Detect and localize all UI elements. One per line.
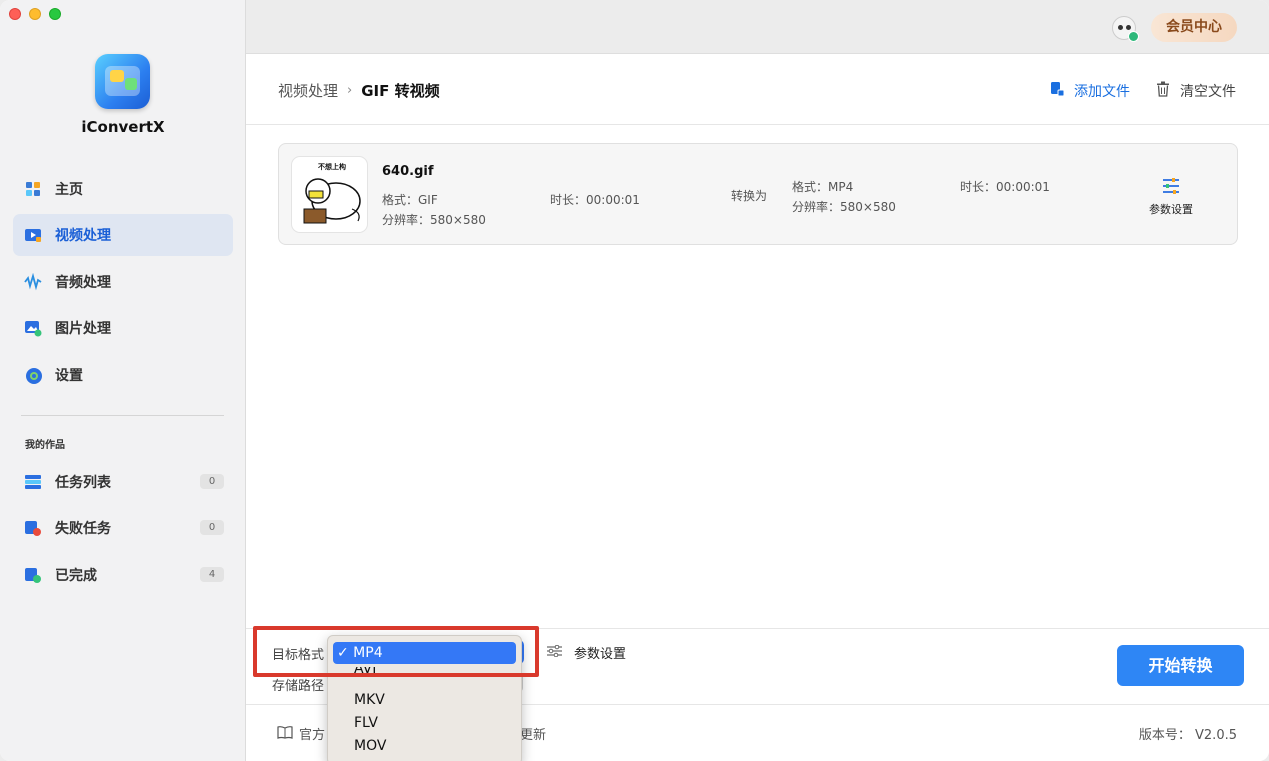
file-name: 640.gif	[382, 164, 434, 179]
sidebar-item-failed[interactable]: 失败任务 0	[13, 507, 233, 549]
sidebar-item-label: 视频处理	[55, 228, 111, 244]
zoom-window-button[interactable]	[49, 8, 61, 20]
format-option-flv[interactable]: FLV	[354, 715, 378, 731]
breadcrumb-parent[interactable]: 视频处理	[278, 80, 338, 101]
save-path-label: 存储路径	[272, 679, 325, 694]
image-icon	[24, 319, 42, 337]
sidebar-item-label: 音频处理	[55, 275, 111, 291]
window-controls	[9, 8, 61, 20]
app-logo-icon	[95, 54, 150, 109]
user-avatar[interactable]	[1112, 16, 1139, 42]
official-label: 官方	[299, 728, 326, 743]
sidebar-item-image[interactable]: 图片处理	[13, 307, 233, 349]
sidebar-item-label: 已完成	[55, 568, 97, 584]
sliders-icon	[547, 644, 562, 661]
count-badge: 0	[200, 520, 224, 535]
add-file-icon	[1050, 81, 1065, 101]
sidebar-item-label: 图片处理	[55, 321, 111, 337]
format-option-mov[interactable]: MOV	[354, 738, 386, 754]
file-param-settings-button[interactable]: 参数设置	[1141, 177, 1201, 217]
sidebar-item-task-list[interactable]: 任务列表 0	[13, 461, 233, 503]
param-settings-label: 参数设置	[1149, 203, 1193, 216]
source-format: 格式：GIF	[382, 193, 438, 207]
trash-icon	[1156, 81, 1170, 101]
failed-task-icon	[24, 519, 42, 537]
home-icon	[24, 180, 42, 198]
sidebar-item-label: 失败任务	[55, 521, 111, 537]
convert-to-label: 转换为	[731, 189, 768, 203]
add-file-button[interactable]: 添加文件	[1050, 81, 1130, 101]
start-convert-button[interactable]: 开始转换	[1117, 645, 1244, 686]
sidebar-item-label: 主页	[55, 182, 83, 198]
top-bar: 会员中心	[246, 0, 1269, 54]
sidebar-item-audio[interactable]: 音频处理	[13, 261, 233, 303]
sidebar-divider	[21, 415, 224, 416]
book-icon	[277, 725, 293, 743]
param-settings-label: 参数设置	[574, 647, 627, 662]
file-thumbnail: 不想上构	[291, 156, 368, 233]
breadcrumb: 视频处理 › GIF 转视频	[278, 80, 440, 101]
gear-icon	[24, 366, 42, 384]
source-duration: 时长：00:00:01	[550, 193, 640, 207]
sidebar-item-settings[interactable]: 设置	[13, 354, 233, 396]
video-icon	[24, 226, 42, 244]
highlight-box	[253, 626, 539, 677]
clear-files-button[interactable]: 清空文件	[1156, 81, 1236, 101]
app-name: iConvertX	[81, 118, 165, 136]
vip-center-button[interactable]: 会员中心	[1151, 13, 1237, 42]
section-label: 我的作品	[25, 440, 65, 451]
target-resolution: 分辨率：580×580	[792, 200, 896, 214]
breadcrumb-separator: ›	[347, 83, 353, 98]
file-card[interactable]: 不想上构 640.gif 格式：GIF 分辨率：580×580 时长：00:00…	[278, 143, 1238, 245]
page-header: 视频处理 › GIF 转视频 添加文件 清空文件	[246, 54, 1269, 125]
check-update-link[interactable]: 更新	[520, 724, 546, 743]
param-settings-button[interactable]: 参数设置	[547, 643, 626, 662]
clear-files-label: 清空文件	[1180, 84, 1236, 100]
task-list-icon	[24, 473, 42, 491]
sidebar-item-completed[interactable]: 已完成 4	[13, 554, 233, 596]
official-link[interactable]: 官方	[277, 724, 325, 743]
sidebar-item-video[interactable]: 视频处理	[13, 214, 233, 256]
version-label: 版本号： V2.0.5	[1138, 728, 1237, 743]
format-option-mkv[interactable]: MKV	[354, 692, 385, 708]
add-file-label: 添加文件	[1074, 84, 1130, 100]
app-window: iConvertX 主页 视频处理 音频处理 图片处理 设置 我的作品 任务列表…	[0, 0, 1269, 761]
target-duration: 时长：00:00:01	[960, 180, 1050, 194]
sidebar-item-label: 任务列表	[55, 475, 111, 491]
count-badge: 4	[200, 567, 224, 582]
target-format: 格式：MP4	[792, 180, 854, 194]
close-window-button[interactable]	[9, 8, 21, 20]
sliders-icon	[1141, 177, 1201, 197]
sidebar-item-home[interactable]: 主页	[13, 168, 233, 210]
source-resolution: 分辨率：580×580	[382, 213, 486, 227]
page-title: GIF 转视频	[361, 82, 440, 100]
count-badge: 0	[200, 474, 224, 489]
sidebar-item-label: 设置	[55, 368, 83, 384]
completed-icon	[24, 566, 42, 584]
sidebar: iConvertX 主页 视频处理 音频处理 图片处理 设置 我的作品 任务列表…	[0, 0, 246, 761]
audio-wave-icon	[24, 272, 42, 291]
minimize-window-button[interactable]	[29, 8, 41, 20]
